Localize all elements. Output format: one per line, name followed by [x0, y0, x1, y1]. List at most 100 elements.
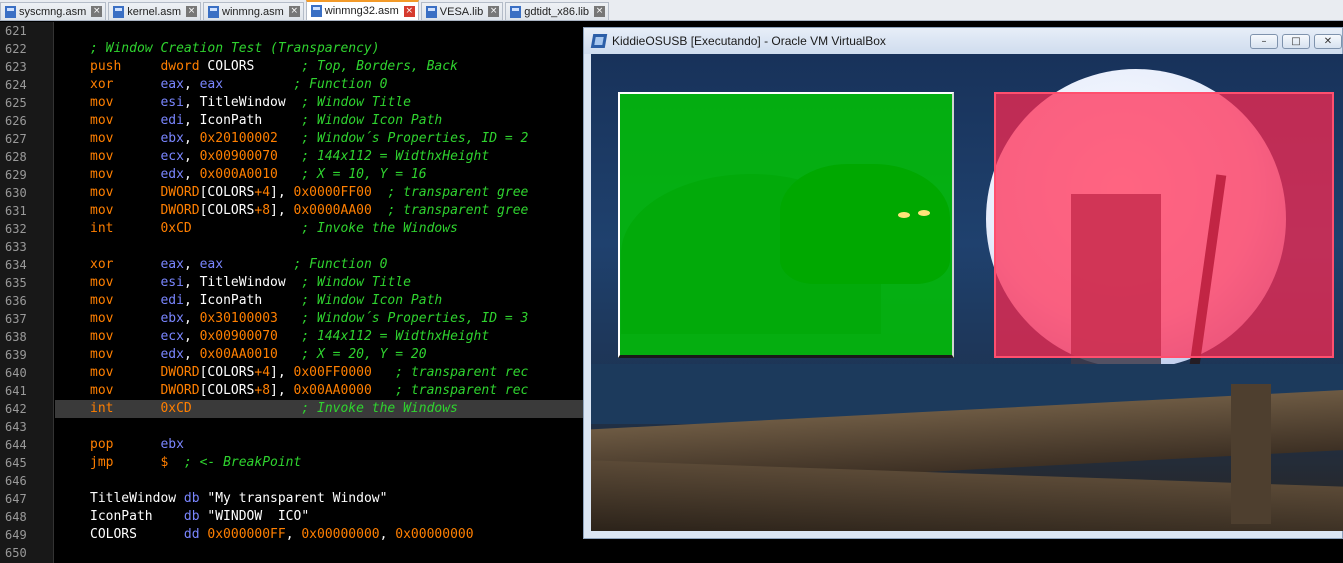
- tab-close-icon[interactable]: ×: [186, 6, 198, 17]
- tab-label: winmng32.asm: [324, 5, 399, 17]
- code-token: ,: [183, 131, 200, 146]
- code-line[interactable]: 635 mov esi, TitleWindow ; Window Title: [0, 274, 600, 292]
- code-line[interactable]: 648 IconPath db "WINDOW ICO": [0, 508, 600, 526]
- tab-vesa-lib[interactable]: VESA.lib ×: [420, 2, 504, 20]
- code-token: ; 144x112 = WidthxHeight: [301, 329, 490, 344]
- code-line[interactable]: 624 xor eax, eax ; Function 0: [0, 76, 600, 94]
- code-token: mov: [90, 149, 114, 164]
- transparent-red-window[interactable]: [994, 92, 1334, 358]
- code-line[interactable]: 632 int 0xCD ; Invoke the Windows: [0, 220, 600, 238]
- code-token: int: [90, 401, 114, 416]
- code-line[interactable]: 625 mov esi, TitleWindow ; Window Title: [0, 94, 600, 112]
- code-token: mov: [90, 311, 114, 326]
- code-text: mov DWORD[COLORS+8], 0x0000AA00 ; transp…: [55, 202, 600, 220]
- code-line[interactable]: 644 pop ebx: [0, 436, 600, 454]
- tab-close-icon[interactable]: ×: [403, 5, 415, 17]
- virtualbox-titlebar[interactable]: KiddieOSUSB [Executando] - Oracle VM Vir…: [584, 28, 1342, 54]
- code-text: mov ebx, 0x20100002 ; Window´s Propertie…: [55, 130, 600, 148]
- minimize-button[interactable]: –: [1250, 34, 1278, 49]
- code-token: ; Window Icon Path: [301, 113, 443, 128]
- line-number: 635: [5, 276, 27, 290]
- line-number: 628: [5, 150, 27, 164]
- code-text: mov esi, TitleWindow ; Window Title: [55, 274, 600, 292]
- code-token: 0xCD: [160, 221, 192, 236]
- tab-close-icon[interactable]: ×: [91, 6, 103, 17]
- code-line[interactable]: 628 mov ecx, 0x00900070 ; 144x112 = Width…: [0, 148, 600, 166]
- tab-close-icon[interactable]: ×: [594, 6, 606, 17]
- code-line[interactable]: 621: [0, 22, 600, 40]
- tab-kernel-asm[interactable]: kernel.asm ×: [108, 2, 202, 20]
- code-line[interactable]: 649 COLORS dd 0x000000FF, 0x00000000, 0x0…: [0, 526, 600, 544]
- code-line[interactable]: 647 TitleWindow db "My transparent Window…: [0, 490, 600, 508]
- code-editor[interactable]: 621 622 ; Window Creation Test (Transparen…: [0, 22, 600, 563]
- code-line[interactable]: 622 ; Window Creation Test (Transparency): [0, 40, 600, 58]
- code-line[interactable]: 646: [0, 472, 600, 490]
- code-token: xor: [90, 77, 114, 92]
- transparent-green-window[interactable]: [618, 92, 954, 358]
- code-line[interactable]: 641 mov DWORD[COLORS+8], 0x00AA0000 ; tra…: [0, 382, 600, 400]
- code-token: , IconPath: [183, 113, 302, 128]
- code-token: 0x00900070: [199, 329, 278, 344]
- code-line[interactable]: 631 mov DWORD[COLORS+8], 0x0000AA00 ; tra…: [0, 202, 600, 220]
- code-line[interactable]: 638 mov ecx, 0x00900070 ; 144x112 = Width…: [0, 328, 600, 346]
- close-button[interactable]: ✕: [1314, 34, 1342, 49]
- code-token: 0x00FF0000: [293, 365, 372, 380]
- code-line[interactable]: 633: [0, 238, 600, 256]
- tab-close-icon[interactable]: ×: [488, 6, 500, 17]
- code-line[interactable]: 645 jmp $ ; <- BreakPoint: [0, 454, 600, 472]
- code-token: ebx: [160, 311, 184, 326]
- code-text: pop ebx: [55, 436, 600, 454]
- code-line[interactable]: 643: [0, 418, 600, 436]
- code-line[interactable]: 637 mov ebx, 0x30100003 ; Window´s Proper…: [0, 310, 600, 328]
- tab-winmng-asm[interactable]: winmng.asm ×: [203, 2, 304, 20]
- code-line[interactable]: 626 mov edi, IconPath ; Window Icon Path: [0, 112, 600, 130]
- code-text: jmp $ ; <- BreakPoint: [55, 454, 600, 472]
- tab-winmng32-asm[interactable]: winmng32.asm ×: [305, 0, 419, 20]
- code-token: , IconPath: [183, 293, 302, 308]
- restore-button[interactable]: □: [1282, 34, 1310, 49]
- code-line[interactable]: 627 mov ebx, 0x20100002 ; Window´s Proper…: [0, 130, 600, 148]
- code-line[interactable]: 640 mov DWORD[COLORS+4], 0x00FF0000 ; tra…: [0, 364, 600, 382]
- code-line[interactable]: 623 push dword COLORS ; Top, Borders, Bac…: [0, 58, 600, 76]
- code-text: xor eax, eax ; Function 0: [55, 256, 600, 274]
- tab-syscmng-asm[interactable]: syscmng.asm ×: [0, 2, 107, 20]
- code-line[interactable]: 642 int 0xCD ; Invoke the Windows: [0, 400, 600, 418]
- code-token: ebx: [160, 131, 184, 146]
- virtualbox-window[interactable]: KiddieOSUSB [Executando] - Oracle VM Vir…: [583, 27, 1343, 539]
- code-line[interactable]: 629 mov edx, 0x000A0010 ; X = 10, Y = 16: [0, 166, 600, 184]
- code-token: esi: [160, 275, 184, 290]
- code-line[interactable]: 634 xor eax, eax ; Function 0: [0, 256, 600, 274]
- code-token: ; transparent gree: [387, 185, 529, 200]
- tab-gdtidt-x86-lib[interactable]: gdtidt_x86.lib ×: [505, 2, 610, 20]
- code-token: [COLORS: [199, 185, 255, 200]
- code-line[interactable]: 636 mov edi, IconPath ; Window Icon Path: [0, 292, 600, 310]
- tab-label: syscmng.asm: [19, 5, 87, 18]
- file-icon: [113, 5, 125, 18]
- code-line[interactable]: 630 mov DWORD[COLORS+4], 0x0000FF00 ; tra…: [0, 184, 600, 202]
- code-text: mov edx, 0x000A0010 ; X = 10, Y = 16: [55, 166, 600, 184]
- line-number: 641: [5, 384, 27, 398]
- line-number: 625: [5, 96, 27, 110]
- code-text: mov ebx, 0x30100003 ; Window´s Propertie…: [55, 310, 600, 328]
- code-token: esi: [160, 95, 184, 110]
- code-token: ebx: [160, 437, 184, 452]
- code-line[interactable]: 650: [0, 544, 600, 562]
- line-number: 630: [5, 186, 27, 200]
- tab-close-icon[interactable]: ×: [288, 6, 300, 17]
- code-token: COLORS: [90, 527, 184, 542]
- code-line[interactable]: 639 mov edx, 0x00AA0010 ; X = 20, Y = 20: [0, 346, 600, 364]
- code-token: ; Function 0: [293, 77, 388, 92]
- vm-screen[interactable]: [591, 54, 1343, 531]
- code-token: ,: [183, 329, 200, 344]
- code-token: ; Window Icon Path: [301, 293, 443, 308]
